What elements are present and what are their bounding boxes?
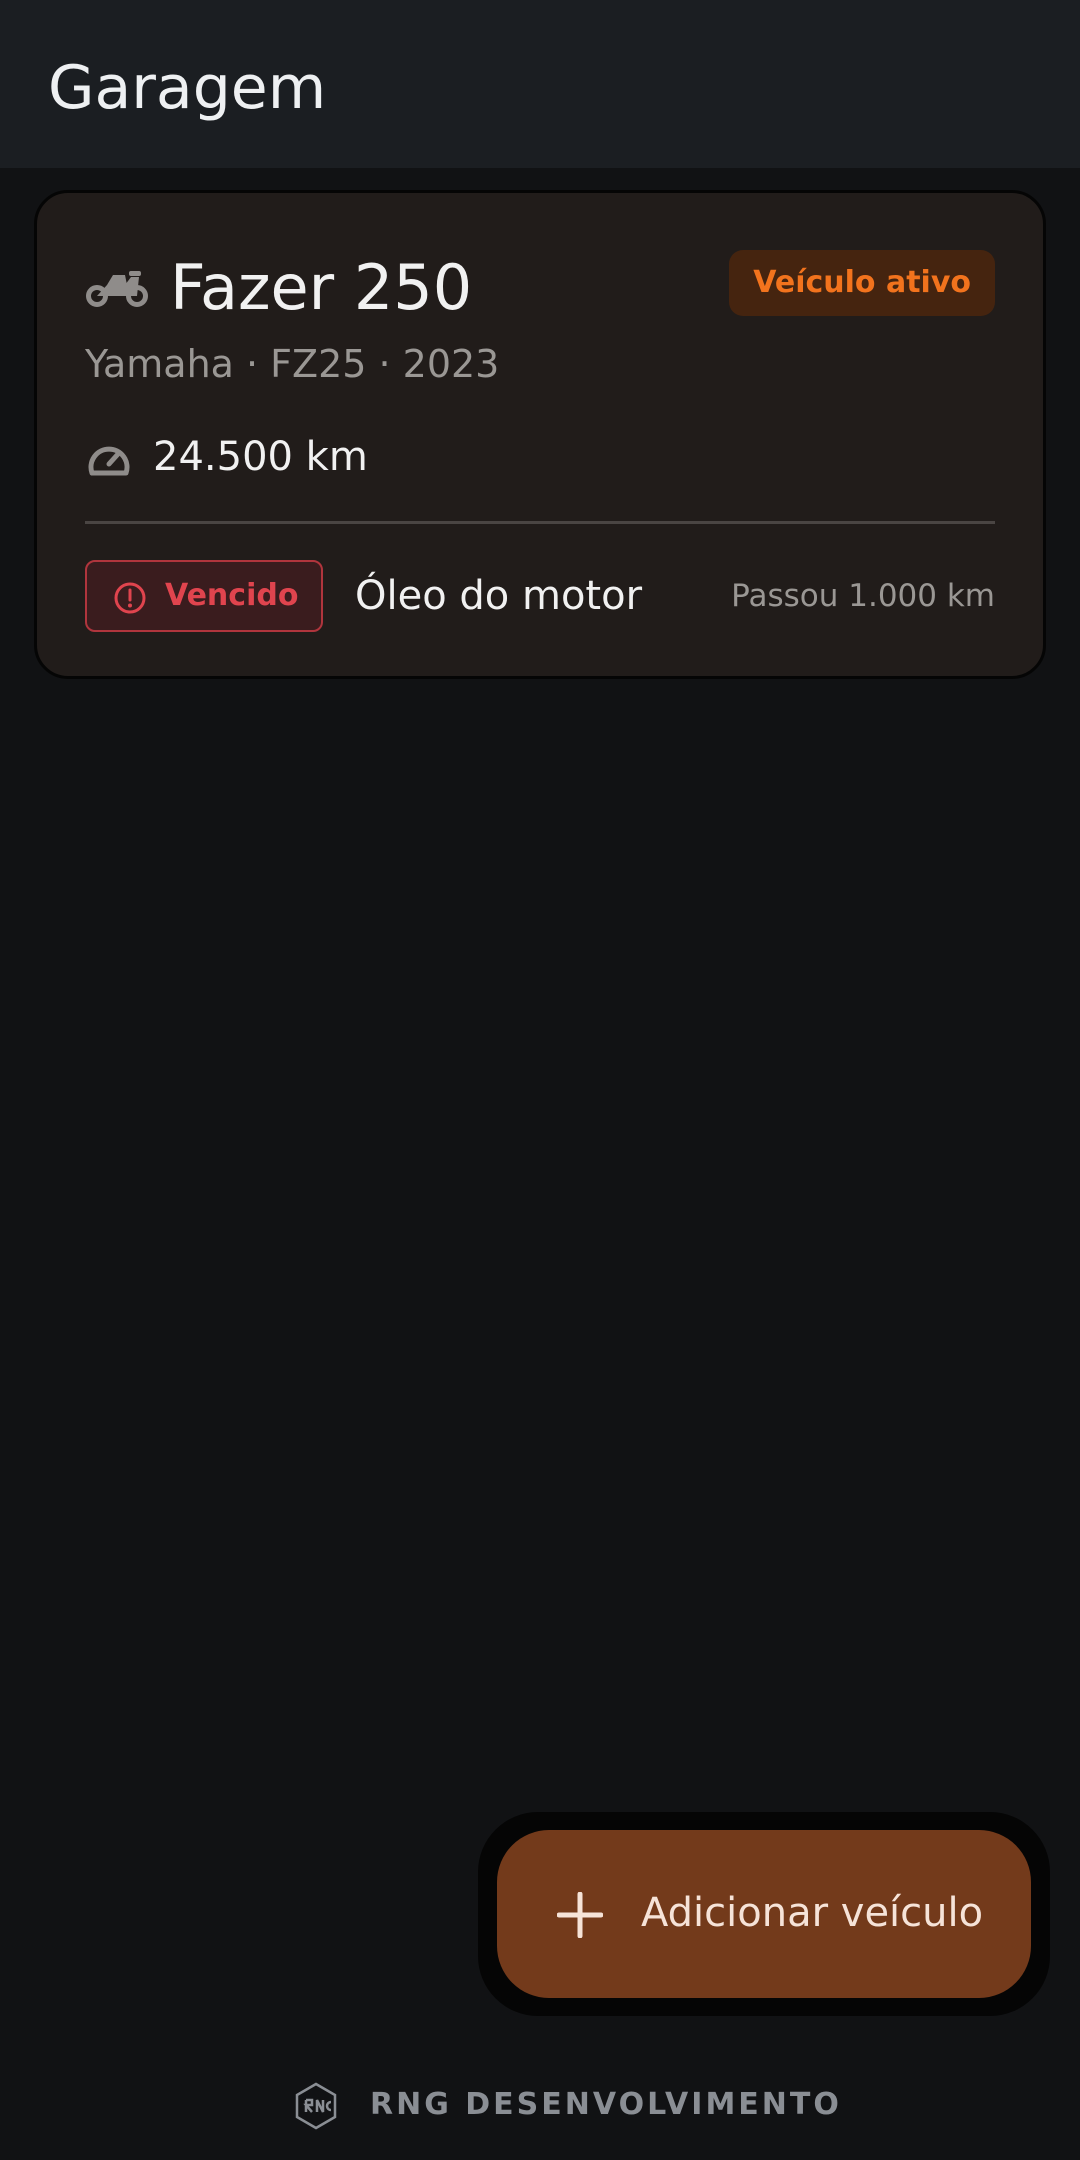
maintenance-item-detail: Passou 1.000 km — [731, 578, 995, 614]
page-title: Garagem — [48, 53, 327, 123]
add-vehicle-label: Adicionar veículo — [641, 1890, 984, 1936]
status-label: Vencido — [165, 578, 299, 613]
add-vehicle-button[interactable]: Adicionar veículo — [497, 1830, 1031, 1998]
speedometer-icon — [88, 446, 130, 476]
plus-icon — [557, 1892, 603, 1938]
app-bar: Garagem — [0, 0, 1080, 168]
divider — [85, 521, 995, 524]
rng-logo-icon — [295, 2082, 337, 2130]
maintenance-item-name: Óleo do motor — [355, 573, 643, 619]
motorcycle-icon — [86, 271, 148, 307]
odometer-reading: 24.500 km — [153, 434, 368, 480]
vehicle-card[interactable]: Fazer 250 Veículo ativo Yamaha · FZ25 · … — [34, 190, 1046, 679]
vehicle-name: Fazer 250 — [170, 251, 473, 324]
status-badge: Vencido — [85, 560, 323, 632]
vehicle-details: Yamaha · FZ25 · 2023 — [85, 342, 500, 386]
alert-circle-icon — [114, 582, 146, 614]
active-vehicle-badge: Veículo ativo — [729, 250, 995, 316]
footer-brand: RNG DESENVOLVIMENTO — [370, 2087, 842, 2122]
